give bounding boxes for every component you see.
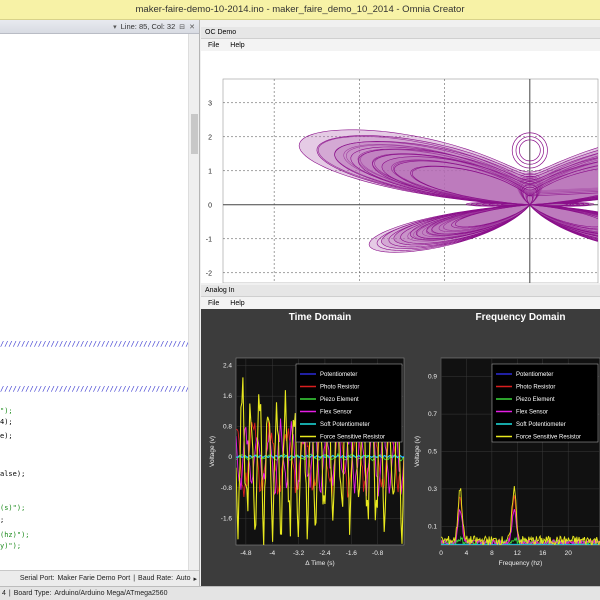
y-tick-label: 0.3 <box>428 486 437 493</box>
code-line: y)"); <box>0 542 22 550</box>
frequency-domain-ylabel: Voltage (v) <box>414 436 421 467</box>
legend-label: Flex Sensor <box>516 410 548 416</box>
editor-header: ▾ Line: 85, Col: 32 ⊟ ✕ <box>0 20 199 34</box>
editor-scrollbar[interactable] <box>188 34 199 570</box>
x-tick-label: 16 <box>539 550 547 557</box>
frequency-domain-title: Frequency Domain <box>475 312 565 323</box>
code-line: ////////////////////////////////////////… <box>0 385 200 393</box>
legend-label: Piezo Element <box>516 397 555 403</box>
analog-in-title: Analog In <box>205 287 235 294</box>
y-tick-label: 3 <box>208 100 212 107</box>
scrollbar-thumb[interactable] <box>191 114 198 154</box>
y-tick-label: 0.8 <box>223 424 232 431</box>
code-line: ; <box>0 516 5 524</box>
x-tick-label: 8 <box>490 550 494 557</box>
separator: | <box>8 590 11 597</box>
baud-rate-label: Baud Rate: <box>138 575 174 582</box>
y-tick-label: 2 <box>208 134 212 141</box>
legend-label: Potentiometer <box>516 372 553 378</box>
time-domain-ylabel: Voltage (v) <box>209 436 216 467</box>
cursor-position: Line: 85, Col: 32 <box>120 22 176 31</box>
chevron-right-icon[interactable]: ▸ <box>193 575 197 583</box>
legend-label: Piezo Element <box>320 397 359 403</box>
y-tick-label: 0 <box>228 454 232 461</box>
menu-help[interactable]: Help <box>230 42 244 49</box>
y-tick-label: -2 <box>206 270 212 277</box>
menu-file[interactable]: File <box>208 42 219 49</box>
x-tick-label: 0 <box>439 550 443 557</box>
time-domain-xlabel: Δ Time (s) <box>305 560 334 567</box>
time-domain-title: Time Domain <box>289 312 352 323</box>
x-tick-label: -4.8 <box>240 550 252 557</box>
x-tick-label: 20 <box>565 550 573 557</box>
oc-demo-window: OC Demo File Help -3-2-10-2-10123 <box>201 27 600 301</box>
code-line: ////////////////////////////////////////… <box>0 340 200 348</box>
analog-in-menu: File Help <box>201 297 600 309</box>
analog-plots-svg: Time Domain -4.8 -4 -3.2 -2.4 -1.6 -0.8 -1.6 -0.… <box>209 312 600 567</box>
y-tick-label: 0.5 <box>428 449 437 456</box>
x-tick-label: -2.4 <box>319 550 331 557</box>
oc-demo-menu: File Help <box>201 39 600 51</box>
y-tick-label: 2.4 <box>223 363 232 370</box>
butterfly-plot-svg: -3-2-10-2-10123 <box>206 78 599 301</box>
x-tick-label: -3.2 <box>293 550 305 557</box>
legend-label: Photo Resistor <box>320 385 359 391</box>
status-bar: 4 | Board Type: Arduino/Arduino Mega/ATm… <box>0 586 600 600</box>
chevron-down-icon[interactable]: ▾ <box>113 23 117 31</box>
code-line: "); <box>0 407 13 415</box>
oc-demo-title-bar: OC Demo <box>201 27 600 39</box>
legend-label: Soft Potentiometer <box>320 422 370 428</box>
window-title-bar: maker-faire-demo-10-2014.ino - maker_fai… <box>0 0 600 20</box>
code-line: (hz)"); <box>0 531 30 539</box>
y-tick-label: 0.7 <box>428 411 437 418</box>
code-editor-pane[interactable]: ▾ Line: 85, Col: 32 ⊟ ✕ ////////////////… <box>0 20 200 586</box>
separator: | <box>133 575 136 582</box>
y-tick-label: -1 <box>206 236 212 243</box>
legend-label: Force Sensitive Resistor <box>320 435 385 441</box>
butterfly-plot: -3-2-10-2-10123 <box>201 51 600 301</box>
analog-in-window: Analog In File Help Time Domain -4.8 -4 -3.… <box>201 285 600 586</box>
code-line: 4); <box>0 418 13 426</box>
window-title: maker-faire-demo-10-2014.ino - maker_fai… <box>135 4 465 15</box>
y-tick-label: 0.1 <box>428 523 437 530</box>
x-tick-label: -0.8 <box>372 550 384 557</box>
split-icon[interactable]: ⊟ <box>179 23 185 31</box>
menu-file[interactable]: File <box>208 300 219 307</box>
code-text-area[interactable]: ////////////////////////////////////////… <box>0 34 199 570</box>
serial-port-label: Serial Port: <box>19 575 55 582</box>
board-type-label: Board Type: <box>13 590 52 597</box>
frequency-domain-xlabel: Frequency (hz) <box>499 560 543 567</box>
x-tick-label: -1.6 <box>346 550 358 557</box>
analog-plots: Time Domain -4.8 -4 -3.2 -2.4 -1.6 -0.8 -1.6 -0.… <box>201 309 600 586</box>
y-tick-label: 0 <box>208 202 212 209</box>
board-type-value[interactable]: Arduino/Arduino Mega/ATmega2560 <box>54 590 167 597</box>
x-tick-label: 4 <box>465 550 469 557</box>
baud-rate-value[interactable]: Auto <box>176 575 190 582</box>
code-line: alse); <box>0 470 26 478</box>
y-tick-label: 0.9 <box>428 374 437 381</box>
menu-help[interactable]: Help <box>230 300 244 307</box>
y-tick-label: 1 <box>208 168 212 175</box>
close-icon[interactable]: ✕ <box>189 23 195 31</box>
x-tick-label: 12 <box>514 550 522 557</box>
status-prefix: 4 <box>2 590 6 597</box>
legend-label: Potentiometer <box>320 372 357 378</box>
x-tick-label: -4 <box>269 550 275 557</box>
y-tick-label: -0.8 <box>221 485 233 492</box>
y-tick-label: 1.6 <box>223 393 232 400</box>
y-tick-label: -1.6 <box>221 515 233 522</box>
code-line: e); <box>0 432 13 440</box>
legend-label: Photo Resistor <box>516 385 555 391</box>
legend-label: Force Sensitive Resistor <box>516 435 581 441</box>
legend-label: Flex Sensor <box>320 410 352 416</box>
legend-label: Soft Potentiometer <box>516 422 566 428</box>
oc-demo-title: OC Demo <box>205 29 237 36</box>
analog-in-title-bar: Analog In <box>201 285 600 297</box>
serial-port-bar: Serial Port: Maker Farie Demo Port | Bau… <box>0 570 199 586</box>
serial-port-value[interactable]: Maker Farie Demo Port <box>57 575 130 582</box>
code-line: (s)"); <box>0 504 26 512</box>
